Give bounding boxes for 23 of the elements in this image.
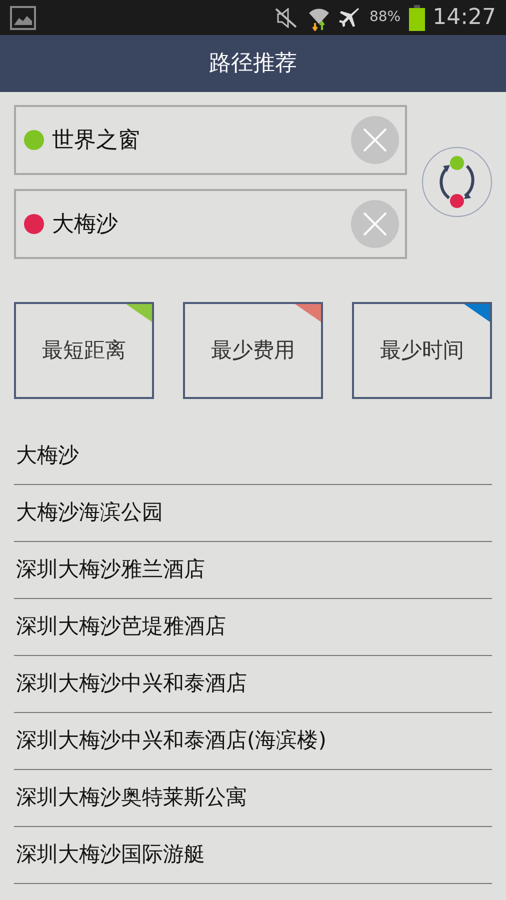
location-field[interactable]: 大梅沙 bbox=[14, 189, 407, 259]
suggestion-item[interactable]: 大梅沙海滨公园 bbox=[16, 497, 163, 529]
screen-title: 路径推荐 bbox=[209, 50, 297, 78]
clock-time: 14:27 bbox=[432, 4, 496, 32]
clear-button[interactable] bbox=[351, 200, 399, 248]
suggestion-item[interactable]: 深圳大梅沙奥特莱斯公寓 bbox=[16, 782, 247, 814]
clear-button[interactable] bbox=[351, 116, 399, 164]
airplane-icon bbox=[339, 6, 362, 28]
suggestion-item[interactable]: 深圳大梅沙中兴和泰酒店 bbox=[16, 668, 247, 700]
battery-icon bbox=[408, 4, 425, 30]
suggestion-item[interactable]: 大梅沙 bbox=[16, 440, 79, 472]
location-field[interactable]: 世界之窗 bbox=[14, 105, 407, 175]
swap-button[interactable] bbox=[422, 147, 492, 217]
picture-icon bbox=[10, 6, 36, 30]
route-option-button[interactable]: 最少费用 bbox=[183, 302, 323, 399]
mute-icon bbox=[273, 8, 300, 28]
suggestion-item[interactable]: 深圳大梅沙中兴和泰酒店(海滨楼) bbox=[16, 725, 326, 757]
battery-percent: 88% bbox=[369, 8, 401, 27]
route-option-button[interactable]: 最少时间 bbox=[352, 302, 492, 399]
route-option-button[interactable]: 最短距离 bbox=[14, 302, 154, 399]
suggestion-item[interactable]: 深圳大梅沙芭堤雅酒店 bbox=[16, 611, 226, 643]
suggestion-item[interactable]: 深圳大梅沙雅兰酒店 bbox=[16, 554, 205, 586]
suggestion-item[interactable]: 深圳大梅沙国际游艇 bbox=[16, 839, 205, 871]
